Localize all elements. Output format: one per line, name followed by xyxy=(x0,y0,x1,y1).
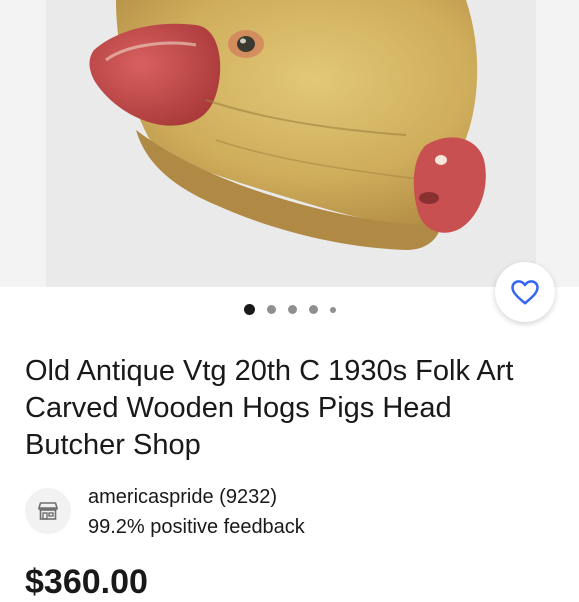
pagination-dot[interactable] xyxy=(287,305,297,314)
pagination-dot[interactable] xyxy=(329,306,336,313)
listing-photo[interactable] xyxy=(46,0,536,287)
listing-title: Old Antique Vtg 20th C 1930s Folk Art Ca… xyxy=(25,355,514,461)
gallery-pagination xyxy=(0,304,579,315)
item-price: $360.00 xyxy=(25,563,148,601)
image-gallery[interactable] xyxy=(0,0,579,287)
pagination-dot[interactable] xyxy=(266,305,276,314)
pagination-dot[interactable] xyxy=(308,305,318,314)
seller-name-link[interactable]: americaspride (9232) xyxy=(88,485,277,509)
heart-icon xyxy=(511,280,539,305)
seller-feedback: 99.2% positive feedback xyxy=(88,516,305,538)
pagination-dot-active[interactable] xyxy=(243,304,255,315)
store-icon xyxy=(25,488,71,534)
seller-info[interactable]: americaspride (9232) 99.2% positive feed… xyxy=(25,485,555,541)
